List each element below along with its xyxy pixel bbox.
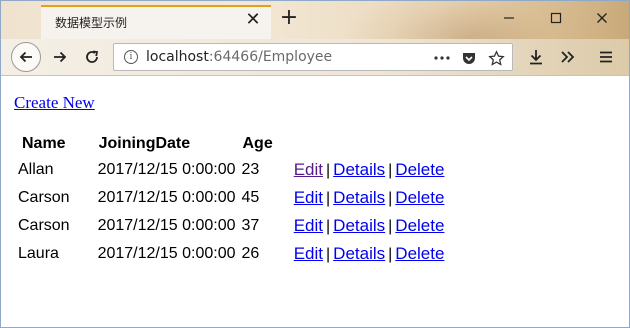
cell-joining-date: 2017/12/15 0:00:00 [97, 245, 236, 262]
cell-age: 23 [241, 161, 260, 178]
cell-actions: Edit | Details | Delete [278, 185, 447, 211]
table-header-row: Name JoiningDate Age [16, 133, 446, 155]
reload-icon[interactable] [77, 42, 107, 72]
cell-name: Carson [18, 217, 70, 234]
close-window-icon[interactable] [588, 9, 616, 31]
tab-strip: 数据模型示例 ✕ + [1, 1, 629, 101]
cell-joining-date: 2017/12/15 0:00:00 [97, 161, 236, 178]
minimize-icon[interactable] [495, 9, 523, 31]
maximize-icon[interactable] [542, 9, 570, 31]
table-row: Allan 2017/12/15 0:00:00 23 Edit | Details… [16, 157, 446, 183]
tab-title: 数据模型示例 [55, 16, 128, 30]
active-tab[interactable]: 数据模型示例 ✕ [41, 5, 271, 39]
tab-close-icon[interactable]: ✕ [243, 10, 263, 30]
download-icon[interactable] [521, 42, 551, 72]
delete-link[interactable]: Delete [395, 216, 444, 235]
details-link[interactable]: Details [333, 244, 385, 263]
cell-actions: Edit | Details | Delete [278, 241, 447, 267]
column-header-joiningdate: JoiningDate [98, 135, 191, 152]
table-row: Carson 2017/12/15 0:00:00 37 Edit | Detail… [16, 213, 446, 239]
cell-name: Carson [18, 189, 70, 206]
column-header-actions [278, 133, 447, 155]
delete-link[interactable]: Delete [395, 160, 444, 179]
cell-age: 45 [241, 189, 260, 206]
url-host: localhost [146, 49, 209, 65]
address-bar[interactable]: i localhost:64466/Employee [113, 43, 513, 71]
browser-window: 数据模型示例 ✕ + i localhost:64466/Employee Cr… [0, 0, 630, 328]
cell-joining-date: 2017/12/15 0:00:00 [97, 189, 236, 206]
url-text[interactable]: localhost:64466/Employee [146, 49, 332, 65]
details-link[interactable]: Details [333, 216, 385, 235]
forward-icon[interactable] [45, 42, 75, 72]
separator: | [388, 162, 393, 179]
column-header-name: Name [22, 135, 66, 152]
table-row: Carson 2017/12/15 0:00:00 45 Edit | Detail… [16, 185, 446, 211]
separator: | [388, 190, 393, 207]
create-new-link[interactable]: Create New [14, 93, 95, 113]
delete-link[interactable]: Delete [395, 188, 444, 207]
cell-actions: Edit | Details | Delete [278, 157, 447, 183]
overflow-chevron-icon[interactable] [553, 42, 583, 72]
page-content: Create New Name JoiningDate Age Allan 20… [1, 76, 629, 327]
back-icon[interactable] [11, 42, 41, 72]
navigation-toolbar: i localhost:64466/Employee [1, 39, 629, 76]
separator: | [388, 246, 393, 263]
separator: | [326, 246, 331, 263]
site-info-icon[interactable]: i [124, 50, 138, 64]
table-row: Laura 2017/12/15 0:00:00 26 Edit | Details… [16, 241, 446, 267]
details-link[interactable]: Details [333, 160, 385, 179]
pocket-icon[interactable] [459, 48, 479, 68]
edit-link[interactable]: Edit [294, 244, 323, 263]
separator: | [388, 218, 393, 235]
employee-table: Name JoiningDate Age Allan 2017/12/15 0:… [14, 131, 448, 269]
cell-name: Allan [18, 161, 54, 178]
edit-link[interactable]: Edit [294, 216, 323, 235]
edit-link[interactable]: Edit [294, 160, 323, 179]
separator: | [326, 162, 331, 179]
delete-link[interactable]: Delete [395, 244, 444, 263]
cell-name: Laura [18, 245, 59, 262]
separator: | [326, 218, 331, 235]
new-tab-icon[interactable]: + [277, 7, 301, 31]
cell-actions: Edit | Details | Delete [278, 213, 447, 239]
menu-icon[interactable] [591, 42, 621, 72]
cell-age: 37 [241, 217, 260, 234]
page-actions-icon[interactable] [432, 48, 452, 68]
edit-link[interactable]: Edit [294, 188, 323, 207]
bookmark-star-icon[interactable] [486, 48, 506, 68]
separator: | [326, 190, 331, 207]
cell-age: 26 [241, 245, 260, 262]
details-link[interactable]: Details [333, 188, 385, 207]
url-path: :64466/Employee [208, 49, 333, 65]
column-header-age: Age [242, 135, 273, 152]
cell-joining-date: 2017/12/15 0:00:00 [97, 217, 236, 234]
